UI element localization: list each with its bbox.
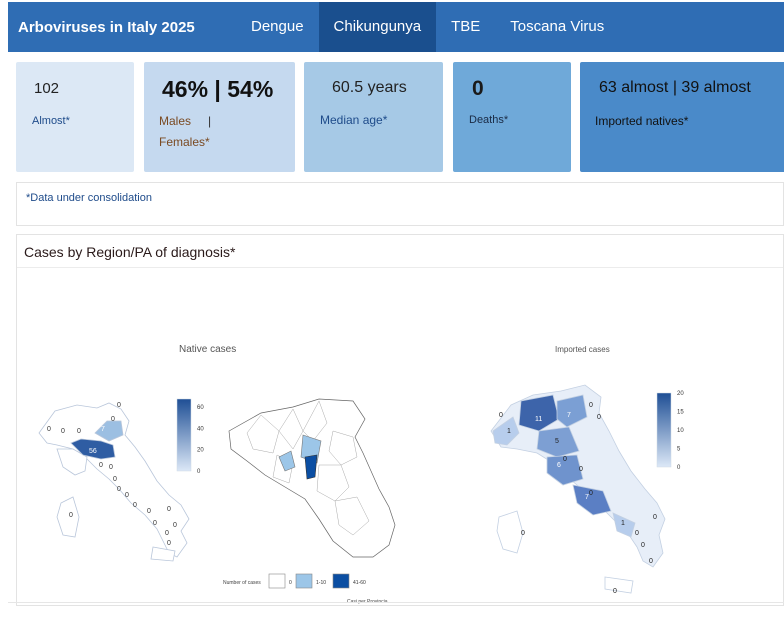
native-region-label-19: 0 (167, 540, 171, 547)
kpi-deaths-value: 0 (472, 77, 484, 100)
imported-italy-map (490, 384, 666, 594)
native-region-label-0: 0 (47, 426, 51, 433)
native-region-label-2: 0 (77, 428, 81, 435)
imported-region-label-0: 0 (499, 412, 503, 419)
consolidation-note: *Data under consolidation (16, 182, 784, 226)
kpi-deaths-label: Deaths* (469, 114, 509, 126)
native-region-label-8: 0 (109, 464, 113, 471)
native-region-label-12: 0 (133, 502, 137, 509)
native-region-label-5: 0 (111, 416, 115, 423)
native-region-label-1: 0 (61, 428, 65, 435)
imported-region-label-4: 0 (597, 414, 601, 421)
imported-region-label-8: 6 (557, 462, 561, 469)
native-legend-ticks: 60 40 20 0 (197, 405, 204, 475)
kpi-origin-label: Imported natives* (595, 114, 689, 128)
imported-region-label-13: 0 (635, 530, 639, 537)
imported-region-label-18: 0 (613, 588, 617, 595)
app-title: Arboviruses in Italy 2025 (18, 18, 195, 36)
imported-legend-tick-3: 5 (677, 447, 681, 453)
native-legend-tick-0: 60 (197, 405, 204, 411)
maps-figure: 0 0 0 700560 000000000000 6040200 Number of … (38, 384, 684, 605)
kpi-card-age: 60.5 years Median age* (304, 62, 443, 172)
native-region-label-16: 0 (173, 522, 177, 529)
native-region-label-4: 0 (117, 402, 121, 409)
kpi-sex-value: 46% | 54% (162, 76, 274, 102)
imported-legend-ticks: 20 15 10 5 0 (677, 391, 684, 471)
province-legend-swatch-0 (268, 573, 286, 589)
native-region-label-7: 0 (99, 462, 103, 469)
province-legend-swatch-1 (295, 573, 313, 589)
native-region-label-17: 0 (165, 530, 169, 537)
kpi-origin-value: 63 almost | 39 almost (599, 79, 751, 96)
native-legend-tick-1: 40 (197, 426, 204, 432)
imported-region-label-10: 0 (589, 490, 593, 497)
tab-tbe[interactable]: TBE (436, 2, 495, 52)
kpi-cases-value: 102 (34, 80, 60, 97)
province-legend-bin-2: 41-60 (353, 580, 366, 586)
bottom-divider (8, 602, 784, 603)
native-region-label-15: 0 (167, 506, 171, 513)
imported-region-label-11: 7 (585, 494, 589, 501)
imported-legend-scale (656, 392, 672, 468)
consolidation-note-text: *Data under consolidation (26, 192, 152, 204)
tab-chikungunya[interactable]: Chikungunya (318, 2, 437, 52)
tab-dengue[interactable]: Dengue (236, 2, 319, 52)
native-region-label-6: 56 (89, 448, 97, 455)
native-region-label-11: 0 (125, 492, 129, 499)
kpi-cases-label: Almost* (32, 115, 70, 127)
cases-by-region-panel: Cases by Region/PA of diagnosis* Native … (16, 234, 784, 606)
native-legend-scale (176, 398, 192, 472)
kpi-age-label: Median age* (320, 113, 388, 127)
province-legend: Number of cases 0 1-10 41-60 Casi per Pr… (223, 573, 388, 605)
imported-region-label-17: 0 (653, 514, 657, 521)
native-region-label-10: 0 (117, 486, 121, 493)
imported-legend-tick-4: 0 (677, 465, 681, 471)
kpi-card-cases: 102 Almost* (16, 62, 134, 172)
kpi-card-origin: 63 almost | 39 almost Imported natives* (580, 62, 784, 172)
tab-toscana-virus[interactable]: Toscana Virus (495, 2, 619, 52)
native-region-label-18: 0 (69, 512, 73, 519)
province-legend-title: Number of cases (223, 580, 261, 586)
top-nav-bar: Arboviruses in Italy 2025 Dengue Chikung… (8, 2, 784, 52)
native-legend-tick-2: 20 (197, 448, 204, 454)
imported-region-label-12: 1 (621, 520, 625, 527)
imported-legend-tick-0: 20 (677, 391, 684, 397)
imported-region-label-1: 11 (535, 416, 542, 423)
native-region-label-3: 7 (101, 426, 105, 433)
imported-legend-tick-2: 10 (677, 428, 684, 434)
kpi-card-deaths: 0 Deaths* (453, 62, 571, 172)
province-legend-bin-0: 0 (289, 580, 292, 586)
imported-region-label-5: 1 (507, 428, 511, 435)
imported-region-label-15: 0 (649, 558, 653, 565)
imported-legend-tick-1: 15 (677, 410, 684, 416)
imported-region-label-7: 0 (563, 456, 567, 463)
native-region-label-13: 0 (147, 508, 151, 515)
imported-region-label-16: 0 (521, 530, 525, 537)
province-legend-bin-1: 1-10 (316, 580, 326, 586)
kpi-sex-label-males: Males (159, 114, 192, 128)
province-legend-swatch-2 (332, 573, 350, 589)
kpi-sex-separator: | (208, 114, 212, 128)
kpi-sex-label-females: Females* (159, 135, 210, 149)
imported-region-label-9: 0 (579, 466, 583, 473)
native-legend-tick-3: 0 (197, 469, 201, 475)
imported-region-label-6: 5 (555, 438, 559, 445)
native-province-map (228, 398, 396, 558)
kpi-card-sex: 46% | 54% Males | Females* (144, 62, 295, 172)
native-region-label-14: 0 (153, 520, 157, 527)
kpi-age-value: 60.5 years (332, 79, 407, 96)
imported-region-label-14: 0 (641, 542, 645, 549)
imported-region-label-2: 7 (567, 412, 571, 419)
imported-region-label-3: 0 (589, 402, 593, 409)
native-region-label-9: 0 (113, 476, 117, 483)
